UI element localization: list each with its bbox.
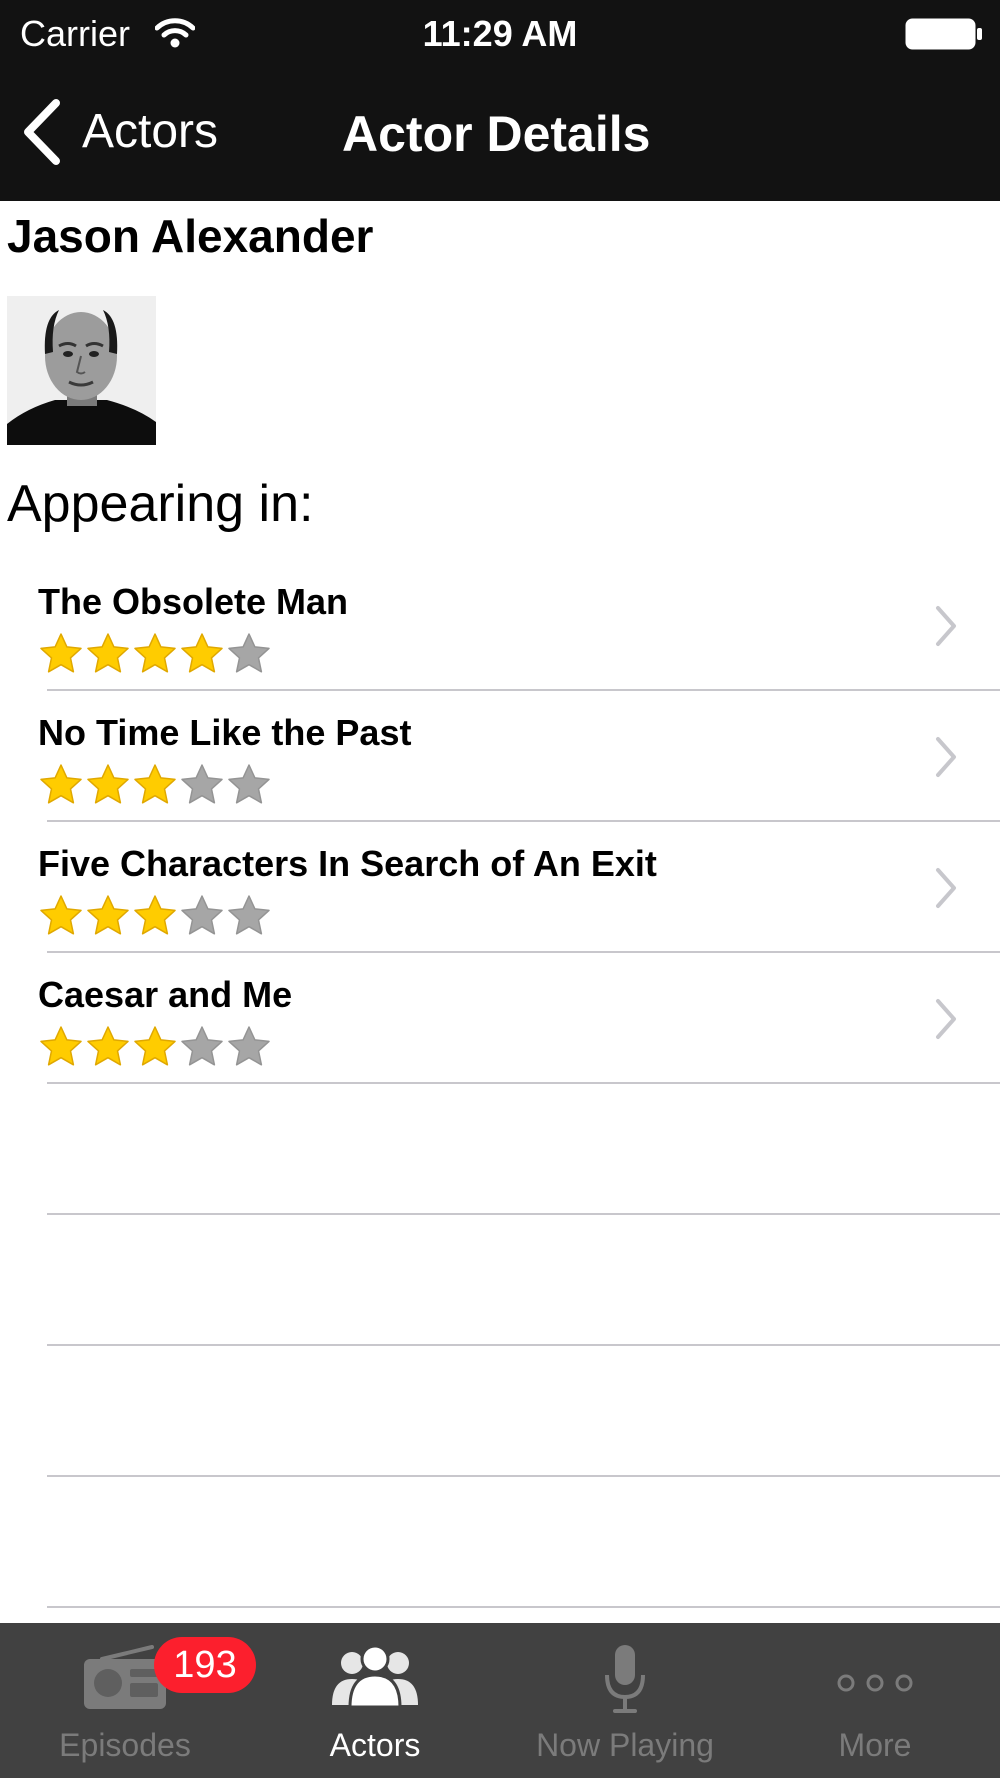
star-filled-icon [40, 764, 82, 804]
empty-table-row [0, 1084, 1000, 1215]
star-filled-icon [181, 633, 223, 673]
star-empty-icon [228, 895, 270, 935]
tab-more[interactable]: More [750, 1623, 1000, 1778]
back-button[interactable]: Actors [18, 92, 218, 172]
notification-badge: 193 [154, 1637, 256, 1693]
battery-icon [905, 18, 982, 50]
star-filled-icon [87, 1026, 129, 1066]
microphone-icon [605, 1645, 645, 1713]
back-label: Actors [82, 105, 219, 158]
tab-label-episodes: Episodes [59, 1727, 191, 1763]
star-rating [38, 893, 273, 939]
people-icon [332, 1644, 418, 1707]
star-empty-icon [228, 633, 270, 673]
tab-episodes[interactable]: 193 Episodes [0, 1623, 256, 1778]
status-bar: Carrier 11:29 AM [0, 0, 1000, 68]
star-filled-icon [134, 764, 176, 804]
chevron-right-icon [936, 737, 956, 777]
episode-title: Caesar and Me [38, 974, 293, 1015]
star-filled-icon [40, 1026, 82, 1066]
star-filled-icon [134, 633, 176, 673]
empty-table-row [0, 1215, 1000, 1346]
tab-label-now-playing: Now Playing [536, 1727, 714, 1763]
empty-table-row [0, 1346, 1000, 1477]
episode-list: The Obsolete Man No Time Like the Past F… [0, 560, 1000, 1608]
episode-row[interactable]: Five Characters In Search of An Exit [0, 822, 1000, 953]
star-empty-icon [228, 1026, 270, 1066]
tab-label-more: More [838, 1727, 912, 1763]
star-rating [38, 1024, 273, 1070]
tab-bar: 193 Episodes Actors Now Playing More [0, 1623, 1000, 1778]
tab-actors[interactable]: Actors [250, 1623, 500, 1778]
episode-row[interactable]: No Time Like the Past [0, 691, 1000, 822]
episode-row[interactable]: Caesar and Me [0, 953, 1000, 1084]
episode-title: Five Characters In Search of An Exit [38, 843, 657, 884]
episode-row[interactable]: The Obsolete Man [0, 560, 1000, 691]
chevron-right-icon [936, 606, 956, 646]
star-filled-icon [134, 895, 176, 935]
navigation-bar: Actors Actor Details [0, 68, 1000, 201]
star-filled-icon [87, 764, 129, 804]
star-rating [38, 762, 273, 808]
star-empty-icon [228, 764, 270, 804]
chevron-right-icon [936, 999, 956, 1039]
star-empty-icon [181, 764, 223, 804]
episode-title: No Time Like the Past [38, 712, 412, 753]
star-empty-icon [181, 1026, 223, 1066]
empty-table-row [0, 1477, 1000, 1608]
actor-name: Jason Alexander [7, 210, 374, 262]
back-chevron-icon [24, 99, 60, 165]
star-filled-icon [134, 1026, 176, 1066]
appearing-in-heading: Appearing in: [7, 475, 314, 533]
chevron-right-icon [936, 868, 956, 908]
star-rating [38, 631, 273, 677]
tab-now-playing[interactable]: Now Playing [500, 1623, 750, 1778]
tab-label-actors: Actors [329, 1727, 421, 1763]
actor-photo [7, 296, 156, 445]
page-title: Actor Details [342, 106, 651, 162]
episode-title: The Obsolete Man [38, 581, 349, 622]
star-filled-icon [40, 633, 82, 673]
more-dots-icon [837, 1674, 913, 1692]
star-filled-icon [87, 633, 129, 673]
star-empty-icon [181, 895, 223, 935]
star-filled-icon [87, 895, 129, 935]
clock: 11:29 AM [422, 13, 578, 54]
star-filled-icon [40, 895, 82, 935]
